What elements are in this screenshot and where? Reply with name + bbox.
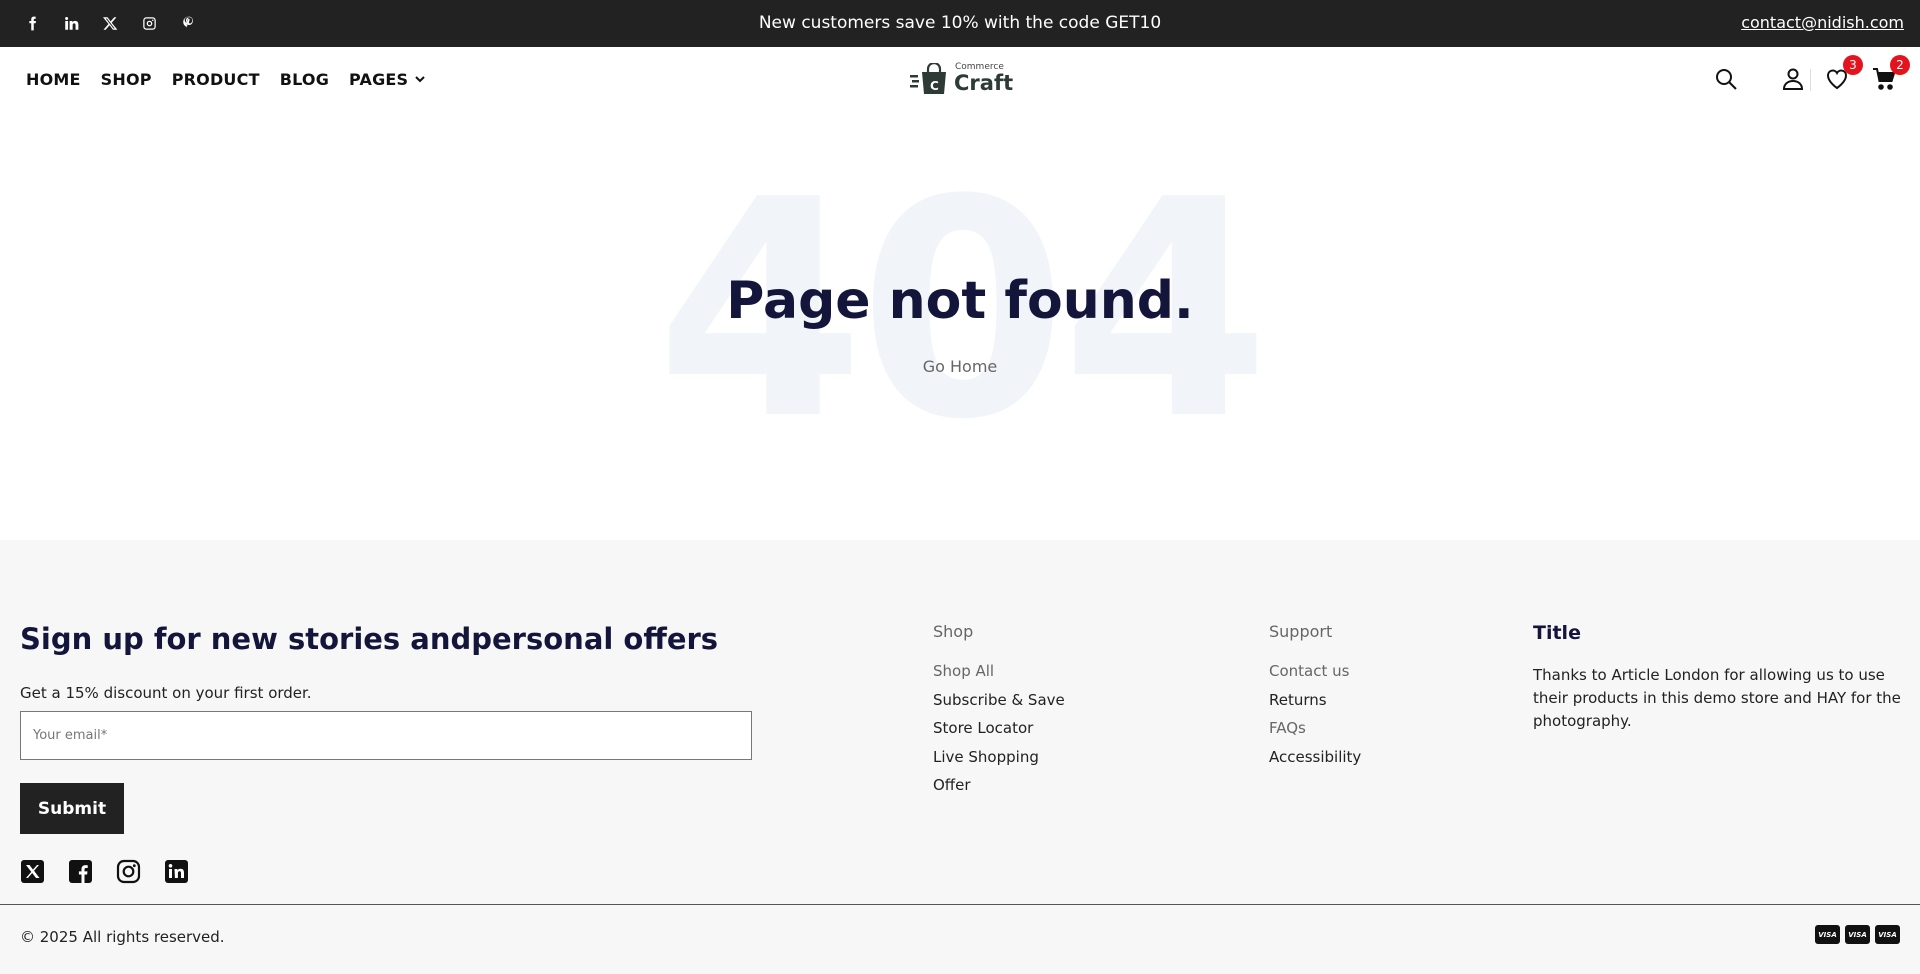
nav-pages-label: PAGES: [349, 69, 409, 89]
footer-link-faqs[interactable]: FAQs: [1269, 714, 1361, 743]
footer-link-returns[interactable]: Returns: [1269, 686, 1361, 715]
x-icon[interactable]: [20, 859, 45, 884]
nav-pages[interactable]: PAGES: [349, 70, 426, 89]
instagram-icon[interactable]: [116, 859, 141, 884]
footer-link-accessibility[interactable]: Accessibility: [1269, 743, 1361, 772]
newsletter-email-input[interactable]: [20, 711, 752, 760]
payment-methods: VISA VISA VISA: [1815, 925, 1900, 944]
footer-support-column: Support Contact us Returns FAQs Accessib…: [1269, 622, 1361, 771]
site-footer: Sign up for new stories andpersonal offe…: [0, 540, 1920, 974]
page-title: Page not found.: [726, 271, 1194, 331]
copyright: © 2025 All rights reserved.: [20, 928, 225, 946]
contact-email-link[interactable]: contact@nidish.com: [1741, 0, 1904, 45]
footer-link-live-shopping[interactable]: Live Shopping: [933, 743, 1065, 772]
footer-link-subscribe-save[interactable]: Subscribe & Save: [933, 686, 1065, 715]
newsletter-title: Sign up for new stories andpersonal offe…: [20, 622, 719, 656]
cart-count-badge: 2: [1890, 55, 1910, 75]
newsletter-description: Get a 15% discount on your first order.: [20, 684, 312, 702]
facebook-icon[interactable]: [68, 859, 93, 884]
account-icon[interactable]: [1781, 67, 1805, 91]
logo-title: Craft: [954, 71, 1014, 95]
nav-blog[interactable]: BLOG: [280, 70, 329, 89]
site-logo[interactable]: C Commerce Craft: [910, 59, 1014, 99]
search-icon[interactable]: [1714, 67, 1738, 91]
promo-message: New customers save 10% with the code GET…: [758, 13, 1162, 33]
nav-shop[interactable]: SHOP: [101, 70, 152, 89]
shop-heading: Shop: [933, 622, 974, 641]
footer-link-contact-us[interactable]: Contact us: [1269, 657, 1361, 686]
wishlist-count-badge: 3: [1843, 55, 1863, 75]
main-nav: HOME SHOP PRODUCT BLOG PAGES: [26, 47, 426, 111]
footer-social-links: [20, 859, 189, 884]
info-text: Thanks to Article London for allowing us…: [1533, 666, 1901, 730]
info-title: Title: [1533, 622, 1581, 644]
footer-shop-column: Shop Shop All Subscribe & Save Store Loc…: [933, 622, 1065, 800]
support-heading: Support: [1269, 622, 1333, 641]
announcement-bar: New customers save 10% with the code GET…: [0, 0, 1920, 47]
footer-divider: [0, 904, 1920, 905]
footer-info-column: Title Thanks to Article London for allow…: [1533, 622, 1903, 733]
footer-link-shop-all[interactable]: Shop All: [933, 657, 1065, 686]
wishlist-icon[interactable]: 3: [1825, 55, 1863, 91]
footer-link-offer[interactable]: Offer: [933, 771, 1065, 800]
go-home-link[interactable]: Go Home: [0, 357, 1920, 376]
visa-card-icon: VISA: [1815, 925, 1840, 944]
shopping-bag-logo-icon: C: [910, 63, 946, 94]
visa-card-icon: VISA: [1875, 925, 1900, 944]
footer-link-store-locator[interactable]: Store Locator: [933, 714, 1065, 743]
site-header: HOME SHOP PRODUCT BLOG PAGES C Commerce …: [0, 47, 1920, 111]
chevron-down-icon: [415, 76, 425, 83]
visa-card-icon: VISA: [1845, 925, 1870, 944]
newsletter-submit-button[interactable]: Submit: [20, 783, 124, 834]
nav-product[interactable]: PRODUCT: [172, 70, 260, 89]
svg-text:C: C: [930, 79, 939, 93]
header-actions: 3 2: [1700, 47, 1920, 111]
not-found-section: 404 Page not found. Go Home: [0, 111, 1920, 540]
nav-home[interactable]: HOME: [26, 70, 81, 89]
header-divider: [1810, 69, 1811, 91]
cart-icon[interactable]: 2: [1872, 55, 1910, 91]
linkedin-icon[interactable]: [164, 859, 189, 884]
